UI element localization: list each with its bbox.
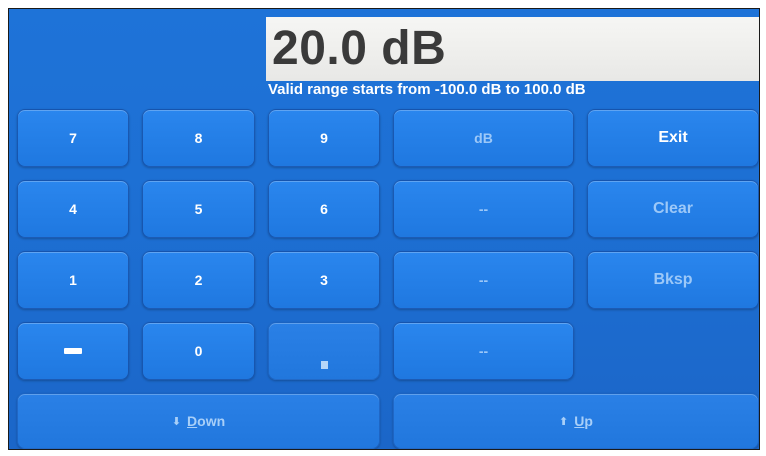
minus-icon xyxy=(64,348,82,354)
key-3[interactable]: 3 xyxy=(268,251,380,309)
unit-db-button[interactable]: dB xyxy=(393,109,574,167)
key-0[interactable]: 0 xyxy=(142,322,255,380)
exit-button[interactable]: Exit xyxy=(587,109,759,167)
numeric-entry-screen: 20.0 dB Valid range starts from -100.0 d… xyxy=(8,8,760,450)
up-label: Up xyxy=(574,413,593,429)
key-9[interactable]: 9 xyxy=(268,109,380,167)
unit-slot-2-button[interactable]: -- xyxy=(393,180,574,238)
minus-key[interactable] xyxy=(17,322,129,380)
key-1[interactable]: 1 xyxy=(17,251,129,309)
clear-button[interactable]: Clear xyxy=(587,180,759,238)
key-6[interactable]: 6 xyxy=(268,180,380,238)
unit-slot-3-button[interactable]: -- xyxy=(393,251,574,309)
key-5[interactable]: 5 xyxy=(142,180,255,238)
up-button[interactable]: ⬆ Up xyxy=(393,393,759,449)
unit-slot-4-button[interactable]: -- xyxy=(393,322,574,380)
backspace-button[interactable]: Bksp xyxy=(587,251,759,309)
value-display: 20.0 dB xyxy=(266,17,759,81)
key-8[interactable]: 8 xyxy=(142,109,255,167)
key-7[interactable]: 7 xyxy=(17,109,129,167)
down-label: Down xyxy=(187,413,226,429)
up-arrow-icon: ⬆ xyxy=(559,415,569,428)
decimal-point-icon xyxy=(320,361,328,369)
decimal-point-key[interactable] xyxy=(268,322,380,380)
valid-range-text: Valid range starts from -100.0 dB to 100… xyxy=(268,81,586,98)
down-button[interactable]: ⬇ Down xyxy=(17,393,380,449)
down-arrow-icon: ⬇ xyxy=(171,415,182,428)
key-2[interactable]: 2 xyxy=(142,251,255,309)
display-value: 20.0 dB xyxy=(272,22,447,75)
key-4[interactable]: 4 xyxy=(17,180,129,238)
